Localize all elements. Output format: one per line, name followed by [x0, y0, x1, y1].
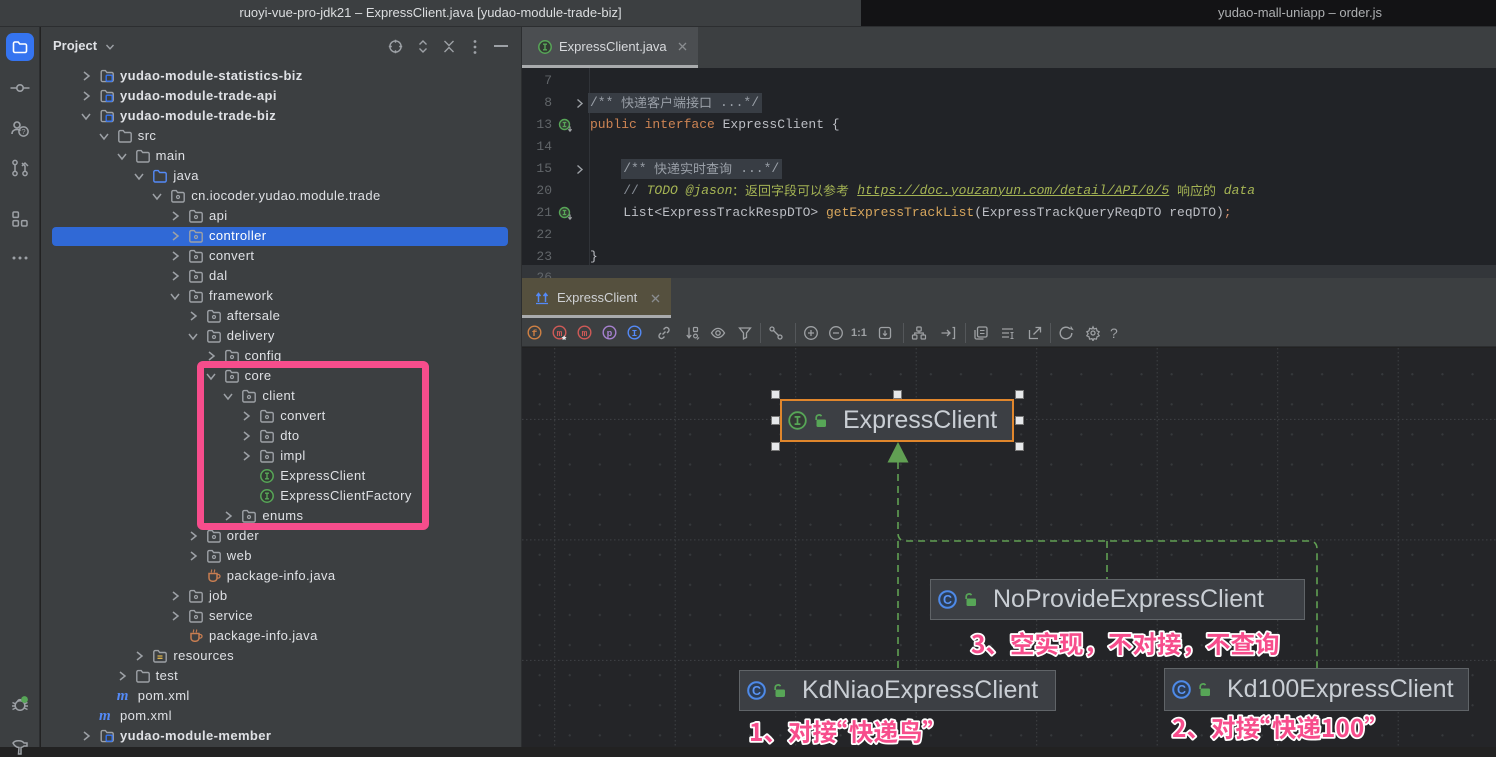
svg-text:?: ? — [21, 127, 25, 136]
svg-text:m: m — [557, 328, 563, 339]
svg-text:C: C — [943, 593, 952, 607]
svg-text:f: f — [532, 328, 538, 339]
svg-text:m: m — [582, 328, 588, 339]
svg-text:I: I — [632, 328, 638, 339]
svg-text:p: p — [607, 328, 613, 339]
svg-text:C: C — [752, 684, 761, 698]
svg-text:C: C — [1177, 683, 1186, 697]
